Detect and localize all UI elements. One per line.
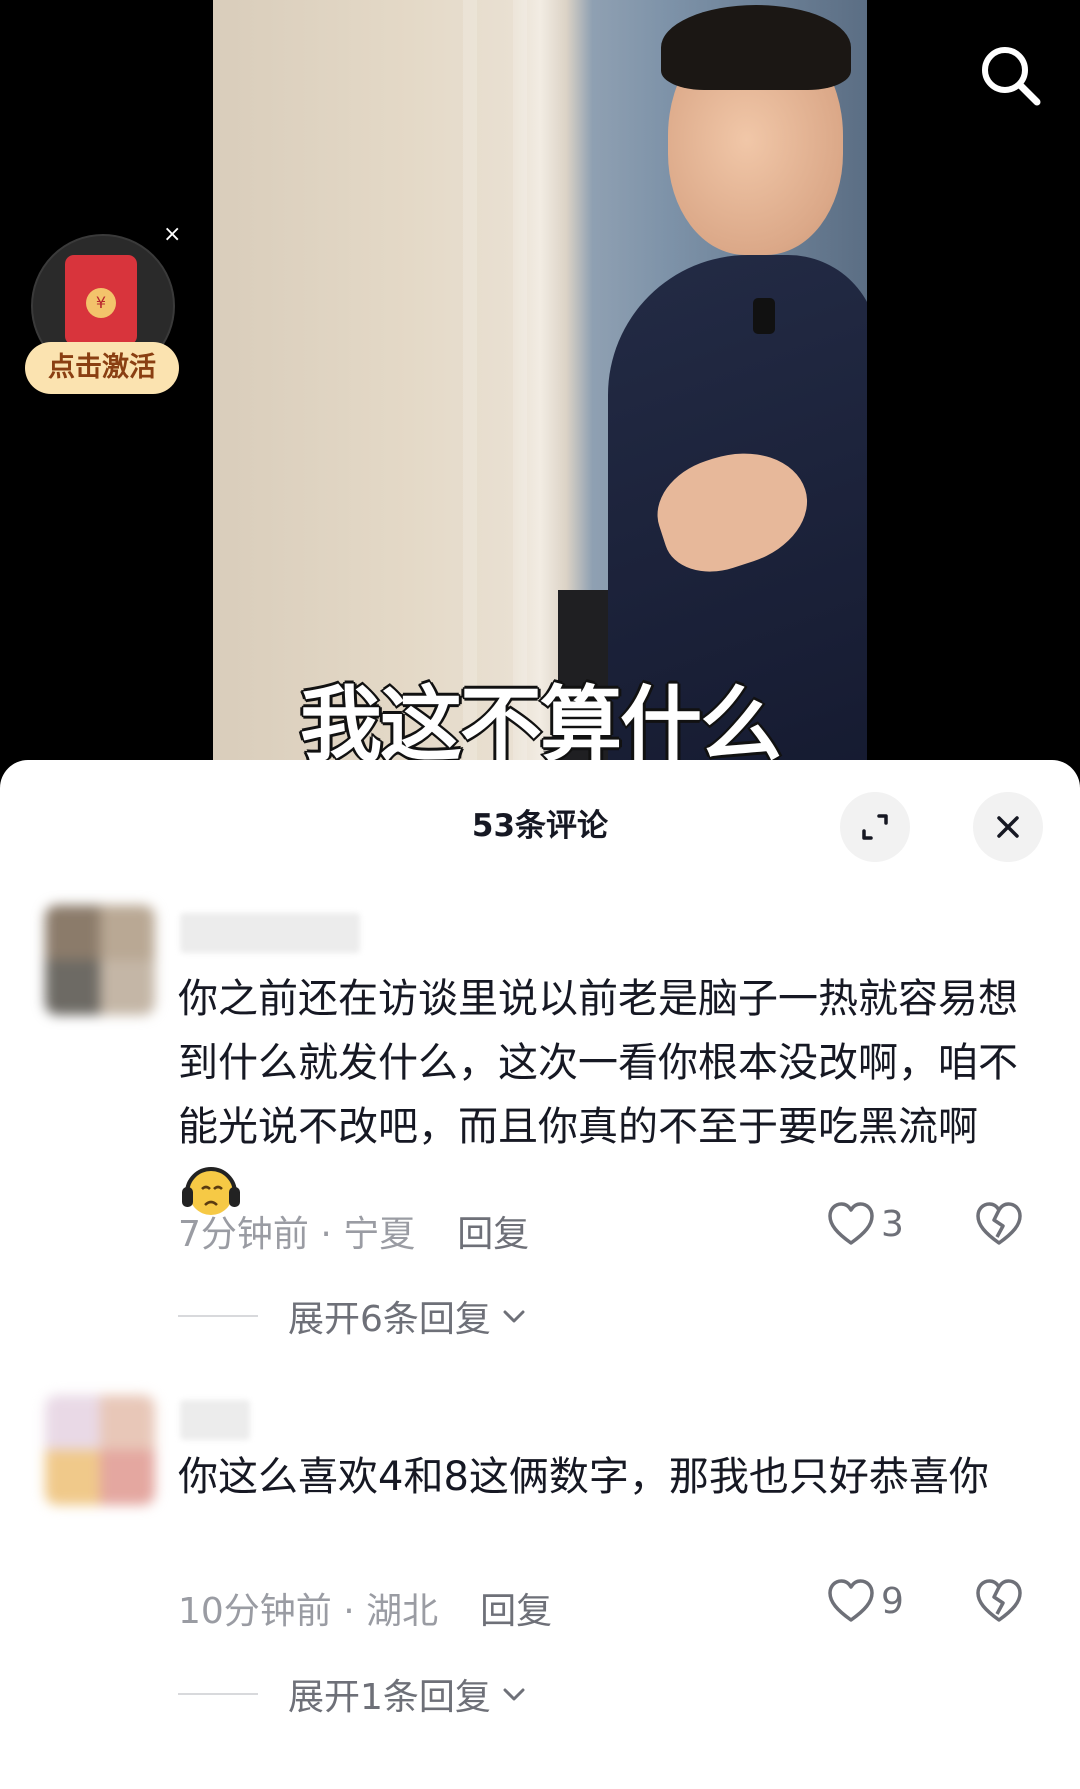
comment-count-title: 53条评论	[471, 808, 609, 844]
red-envelope-seal: ¥	[86, 288, 116, 318]
fullscreen-button[interactable]	[840, 792, 910, 862]
username-blurred[interactable]	[180, 1400, 250, 1440]
comment-body: 你这么喜欢4和8这俩数字，那我也只好恭喜你	[178, 1454, 989, 1500]
comment-meta: 7分钟前 · 宁夏 回复	[178, 1205, 529, 1257]
comment-panel: 53条评论 你之前还在访谈里说以前老是脑子一热就容易想到什么就发什么，这次一看你…	[0, 760, 1080, 1789]
comment-time: 10分钟前	[178, 1591, 332, 1632]
dislike-button[interactable]	[975, 1578, 1023, 1628]
username-blurred[interactable]	[180, 913, 360, 953]
broken-heart-icon	[976, 1579, 1022, 1622]
search-icon[interactable]	[975, 40, 1045, 110]
fullscreen-icon	[862, 814, 888, 840]
expand-divider	[178, 1315, 258, 1317]
expand-replies-label: 展开6条回复	[288, 1299, 491, 1340]
speaker-hair	[661, 5, 851, 90]
avatar[interactable]	[45, 905, 155, 1015]
heart-icon	[828, 1579, 874, 1622]
meta-separator: ·	[331, 1591, 367, 1632]
comment-text: 你之前还在访谈里说以前老是脑子一热就容易想到什么就发什么，这次一看你根本没改啊，…	[178, 967, 1028, 1228]
like-button[interactable]: 3	[827, 1201, 904, 1247]
like-button[interactable]: 9	[827, 1578, 904, 1624]
expand-replies-button[interactable]: 展开6条回复	[178, 1290, 529, 1342]
like-count: 3	[881, 1203, 904, 1245]
reply-button[interactable]: 回复	[457, 1214, 529, 1255]
comment-location: 宁夏	[343, 1214, 416, 1255]
expand-replies-button[interactable]: 展开1条回复	[178, 1668, 529, 1720]
video-player[interactable]: 我这不算什么 ¥ 点击激活 ×	[0, 0, 1080, 790]
comment-body: 你之前还在访谈里说以前老是脑子一热就容易想到什么就发什么，这次一看你根本没改啊，…	[178, 976, 1018, 1150]
heart-icon	[828, 1202, 874, 1245]
activate-button[interactable]: 点击激活	[25, 342, 179, 394]
close-button[interactable]	[973, 792, 1043, 862]
like-count: 9	[881, 1580, 904, 1622]
broken-heart-icon	[976, 1202, 1022, 1245]
meta-separator: ·	[308, 1214, 344, 1255]
expand-divider	[178, 1693, 258, 1695]
red-packet-close-icon[interactable]: ×	[163, 222, 181, 247]
comment-meta: 10分钟前 · 湖北 回复	[178, 1582, 552, 1634]
red-packet-widget[interactable]: ¥ 点击激活	[25, 230, 185, 405]
expand-replies-label: 展开1条回复	[288, 1677, 491, 1718]
comment-location: 湖北	[366, 1591, 439, 1632]
chevron-down-icon	[503, 1688, 525, 1701]
comment-text: 你这么喜欢4和8这俩数字，那我也只好恭喜你	[178, 1445, 1028, 1509]
close-icon	[997, 816, 1019, 838]
comment-time: 7分钟前	[178, 1214, 309, 1255]
lapel-mic	[753, 298, 775, 334]
chevron-down-icon	[503, 1310, 525, 1323]
avatar[interactable]	[45, 1395, 155, 1505]
reply-button[interactable]: 回复	[480, 1591, 552, 1632]
dislike-button[interactable]	[975, 1201, 1023, 1251]
